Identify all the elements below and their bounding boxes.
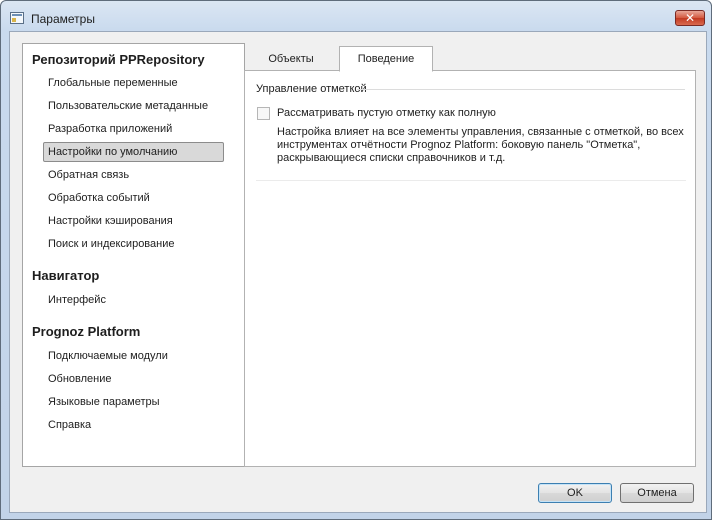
nav-item-event-handling[interactable]: Обработка событий (43, 188, 224, 208)
title-bar[interactable]: Параметры ✕ (1, 1, 713, 31)
nav-item-caching[interactable]: Настройки кэширования (43, 211, 224, 231)
settings-dialog: Параметры ✕ Репозиторий PPRepository Гло… (0, 0, 712, 520)
window-title: Параметры (31, 12, 95, 26)
nav-item-plugins[interactable]: Подключаемые модули (43, 346, 224, 366)
nav-group-title-repository: Репозиторий PPRepository (32, 52, 205, 67)
mark-management-group-title: Управление отметкой (256, 83, 367, 95)
dialog-body: Репозиторий PPRepository Глобальные пере… (9, 31, 707, 513)
tab-behavior[interactable]: Поведение (339, 46, 433, 72)
cancel-button[interactable]: Отмена (620, 483, 694, 503)
close-button[interactable]: ✕ (675, 10, 705, 26)
section-separator (256, 180, 686, 181)
ok-button[interactable]: OK (538, 483, 612, 503)
nav-item-search-indexing[interactable]: Поиск и индексирование (43, 234, 224, 254)
nav-item-app-development[interactable]: Разработка приложений (43, 119, 224, 139)
nav-item-feedback[interactable]: Обратная связь (43, 165, 224, 185)
nav-group-title-platform: Prognoz Platform (32, 324, 141, 339)
group-divider (357, 89, 685, 90)
nav-group-title-navigator: Навигатор (32, 268, 100, 283)
setting-description: Настройка влияет на все элементы управле… (277, 126, 684, 164)
nav-item-user-metadata[interactable]: Пользовательские метаданные (43, 96, 224, 116)
empty-mark-as-full-checkbox[interactable] (257, 107, 270, 120)
nav-item-language[interactable]: Языковые параметры (43, 392, 224, 412)
tab-objects[interactable]: Объекты (244, 47, 338, 71)
window-icon (10, 12, 24, 24)
nav-item-help[interactable]: Справка (43, 415, 224, 435)
nav-item-global-variables[interactable]: Глобальные переменные (43, 73, 224, 93)
behavior-tab-panel: Управление отметкой Рассматривать пустую… (244, 70, 696, 467)
nav-item-update[interactable]: Обновление (43, 369, 224, 389)
close-icon: ✕ (684, 11, 696, 25)
settings-navigation: Репозиторий PPRepository Глобальные пере… (22, 43, 245, 467)
empty-mark-as-full-label[interactable]: Рассматривать пустую отметку как полную (277, 107, 496, 119)
nav-item-default-settings[interactable]: Настройки по умолчанию (43, 142, 224, 162)
nav-item-interface[interactable]: Интерфейс (43, 290, 224, 310)
